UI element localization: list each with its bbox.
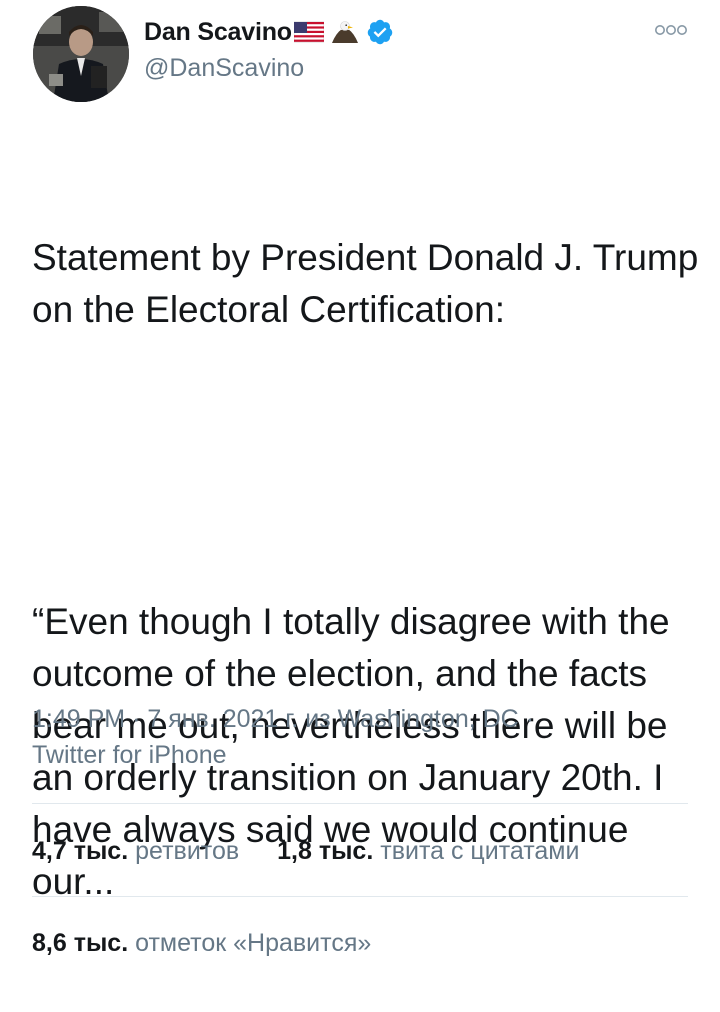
meta-separator: ·	[525, 705, 535, 733]
more-options-icon[interactable]	[654, 20, 688, 40]
display-name[interactable]: Dan Scavino	[144, 18, 292, 47]
avatar[interactable]	[33, 6, 129, 102]
tweet-paragraph: Statement by President Donald J. Trump o…	[32, 237, 709, 330]
tweet-source[interactable]: Twitter for iPhone	[32, 741, 227, 769]
retweets-label: ретвитов	[135, 837, 240, 865]
tweet-text: Statement by President Donald J. Trump o…	[32, 128, 700, 1012]
avatar-photo	[33, 6, 129, 102]
tweet-location[interactable]: Washington, DC	[338, 705, 519, 733]
tweet-card: Dan Scavino @DanScavino Statement by Pre…	[0, 0, 720, 980]
verified-badge-icon	[366, 18, 394, 46]
tweet-meta: 1:49 PM · 7 янв. 2021 г. из Washington, …	[32, 701, 592, 773]
likes-count: 8,6 тыс.	[32, 929, 129, 957]
us-flag-icon	[293, 21, 324, 43]
eagle-icon	[330, 19, 360, 45]
quotes-label: твита с цитатами	[380, 837, 580, 865]
stats-row-likes: 8,6 тыс. отметок «Нравится»	[32, 925, 371, 961]
meta-separator: ·	[132, 705, 141, 733]
retweets-stat[interactable]: 4,7 тыс. ретвитов	[32, 833, 239, 869]
tweet-date[interactable]: 7 янв. 2021 г.	[147, 705, 298, 733]
retweets-count: 4,7 тыс.	[32, 837, 129, 865]
author-name-row[interactable]: Dan Scavino	[144, 14, 394, 50]
likes-stat[interactable]: 8,6 тыс. отметок «Нравится»	[32, 925, 371, 961]
quotes-count: 1,8 тыс.	[277, 837, 374, 865]
user-handle[interactable]: @DanScavino	[144, 54, 304, 83]
location-prefix: из	[305, 705, 331, 733]
divider	[32, 896, 688, 897]
tweet-time[interactable]: 1:49 PM	[32, 705, 125, 733]
likes-label: отметок «Нравится»	[135, 929, 372, 957]
quotes-stat[interactable]: 1,8 тыс. твита с цитатами	[277, 833, 579, 869]
divider	[32, 803, 688, 804]
stats-row-shares: 4,7 тыс. ретвитов 1,8 тыс. твита с цитат…	[32, 833, 579, 869]
